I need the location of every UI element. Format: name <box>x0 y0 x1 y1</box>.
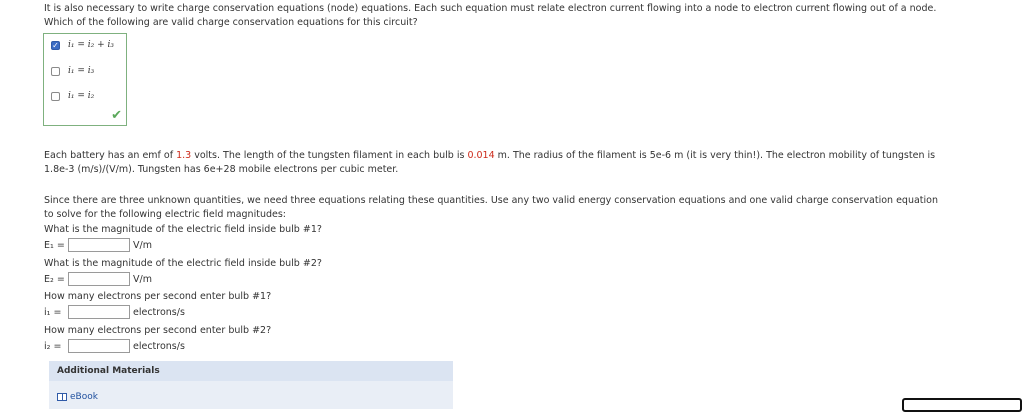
answer-row-e2: E₂ = V/m <box>44 271 152 287</box>
e2-input[interactable] <box>68 272 130 286</box>
answer-row-e1: E₁ = V/m <box>44 237 152 253</box>
variable-label: E₁ = <box>44 239 65 251</box>
option-i1-eq-i2-plus-i3[interactable]: ✓ i₁ = i₂ + i₃ <box>51 39 114 51</box>
unit-label: V/m <box>133 273 152 285</box>
instructions-line2: to solve for the following electric fiel… <box>44 209 286 220</box>
book-icon <box>57 393 67 401</box>
answer-row-i2: i₂ = electrons/s <box>44 338 185 354</box>
correct-check-icon: ✔ <box>111 108 122 123</box>
checkbox-unchecked[interactable] <box>51 91 60 101</box>
option-label: i₁ = i₂ <box>68 91 95 101</box>
checkbox-unchecked[interactable] <box>51 66 60 76</box>
length-value: 0.014 <box>467 150 495 161</box>
question-intro-line1: It is also necessary to write charge con… <box>44 3 937 14</box>
problem-statement-line2: 1.8e-3 (m/s)/(V/m). Tungsten has 6e+28 m… <box>44 164 399 175</box>
unit-label: electrons/s <box>133 306 185 318</box>
unit-label: electrons/s <box>133 340 185 352</box>
answer-row-i1: i₁ = electrons/s <box>44 304 185 320</box>
option-label: i₁ = i₃ <box>68 66 95 76</box>
emf-value: 1.3 <box>176 150 192 161</box>
additional-materials-panel: Additional Materials eBook <box>49 361 453 409</box>
e1-input[interactable] <box>68 238 130 252</box>
question-intro-line2: Which of the following are valid charge … <box>44 17 418 28</box>
problem-text: volts. The length of the tungsten filame… <box>191 150 468 161</box>
checkbox-checked[interactable]: ✓ <box>51 40 60 50</box>
question-prompt-e1: What is the magnitude of the electric fi… <box>44 224 322 235</box>
ebook-label: eBook <box>70 392 98 402</box>
i2-input[interactable] <box>68 339 130 353</box>
problem-text: m. The radius of the filament is 5e-6 m … <box>494 150 936 161</box>
unit-label: V/m <box>133 239 152 251</box>
question-prompt-e2: What is the magnitude of the electric fi… <box>44 258 322 269</box>
ebook-link[interactable]: eBook <box>57 392 98 402</box>
additional-materials-header: Additional Materials <box>49 361 453 381</box>
i1-input[interactable] <box>68 305 130 319</box>
option-i1-eq-i3[interactable]: i₁ = i₃ <box>51 65 94 77</box>
option-i1-eq-i2[interactable]: i₁ = i₂ <box>51 90 94 102</box>
question-prompt-i2: How many electrons per second enter bulb… <box>44 325 272 336</box>
variable-label: i₁ = <box>44 306 62 318</box>
answer-options-panel: ✓ i₁ = i₂ + i₃ i₁ = i₃ i₁ = i₂ ✔ <box>43 33 127 126</box>
bottom-right-widget <box>902 398 1022 412</box>
variable-label: i₂ = <box>44 340 62 352</box>
problem-statement-line1: Each battery has an emf of 1.3 volts. Th… <box>44 150 935 162</box>
variable-label: E₂ = <box>44 273 65 285</box>
option-label: i₁ = i₂ + i₃ <box>68 40 114 50</box>
problem-text: Each battery has an emf of <box>44 150 177 161</box>
question-prompt-i1: How many electrons per second enter bulb… <box>44 291 272 302</box>
instructions-line1: Since there are three unknown quantities… <box>44 195 939 206</box>
